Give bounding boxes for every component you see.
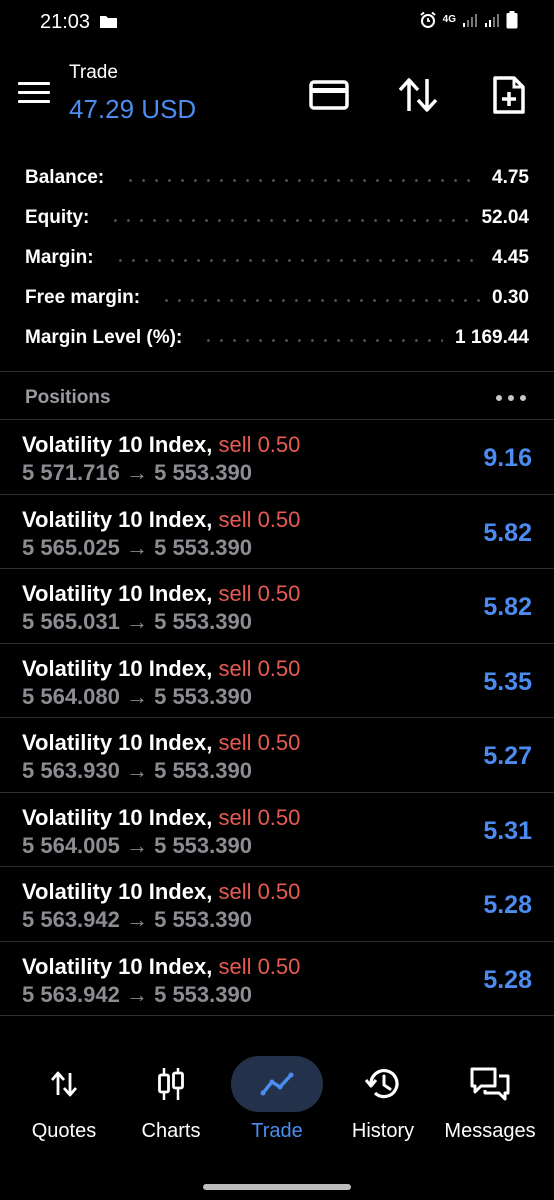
nav-charts[interactable]: Charts xyxy=(116,1056,226,1156)
balance-label: Balance: xyxy=(25,167,105,188)
status-time: 21:03 xyxy=(40,11,91,33)
margin-level-row: Margin Level (%): 1 169.44 xyxy=(25,318,529,358)
position-prices: 5 571.716 → 5 553.390 xyxy=(22,460,252,485)
position-symbol: Volatility 10 Index, xyxy=(22,804,213,830)
dot-leader xyxy=(202,338,444,342)
menu-icon[interactable] xyxy=(18,82,50,106)
nav-trade-label: Trade xyxy=(251,1120,303,1142)
position-side: sell 0.50 xyxy=(218,730,301,755)
position-side: sell 0.50 xyxy=(218,581,301,606)
balance-row: Balance: 4.75 xyxy=(25,158,529,198)
position-prices: 5 564.080 → 5 553.390 xyxy=(22,683,252,709)
position-row[interactable]: Volatility 10 Index, sell 0.50 5 565.031… xyxy=(0,569,554,644)
equity-row: Equity: 52.04 xyxy=(25,198,529,238)
nav-quotes-label: Quotes xyxy=(31,1120,97,1142)
position-row[interactable]: Volatility 10 Index, sell 0.50 5 563.942… xyxy=(0,867,554,942)
margin-label: Margin: xyxy=(25,247,94,268)
position-profit: 5.27 xyxy=(483,742,532,770)
quotes-arrows-icon xyxy=(18,1056,110,1112)
status-indicators: 4G xyxy=(419,11,518,29)
free-margin-label: Free margin: xyxy=(25,287,141,308)
nav-messages-label: Messages xyxy=(444,1120,536,1142)
divider xyxy=(0,371,554,372)
nav-history-label: History xyxy=(351,1120,415,1142)
position-row[interactable]: Volatility 10 Index, sell 0.50 5 563.942… xyxy=(0,942,554,1016)
chat-bubbles-icon xyxy=(444,1056,536,1112)
margin-row: Margin: 4.45 xyxy=(25,238,529,278)
position-profit: 5.28 xyxy=(483,891,532,919)
positions-header: Positions xyxy=(0,378,554,418)
card-icon[interactable] xyxy=(306,72,352,118)
position-side: sell 0.50 xyxy=(218,432,301,457)
trend-line-icon xyxy=(231,1056,323,1112)
position-side: sell 0.50 xyxy=(218,655,301,681)
sort-arrows-icon[interactable] xyxy=(395,72,441,118)
position-profit: 5.31 xyxy=(483,816,532,845)
nav-charts-label: Charts xyxy=(141,1120,201,1142)
position-symbol: Volatility 10 Index, xyxy=(22,581,213,606)
position-prices: 5 563.942 → 5 553.390 xyxy=(22,907,252,932)
app-bar: Trade 47.29 USD xyxy=(0,56,554,132)
position-side: sell 0.50 xyxy=(218,879,301,904)
position-row[interactable]: Volatility 10 Index, sell 0.50 5 564.080… xyxy=(0,644,554,718)
status-bar: 21:03 4G xyxy=(0,0,554,44)
position-row[interactable]: Volatility 10 Index, sell 0.50 5 563.930… xyxy=(0,718,554,793)
position-profit: 5.82 xyxy=(483,593,532,621)
candlestick-icon xyxy=(125,1056,217,1112)
position-row[interactable]: Volatility 10 Index, sell 0.50 5 565.025… xyxy=(0,495,554,569)
position-side: sell 0.50 xyxy=(218,506,301,532)
margin-value: 4.45 xyxy=(492,247,529,268)
account-equity-subtitle: 47.29 USD xyxy=(69,94,197,124)
battery-icon xyxy=(506,11,518,29)
nav-messages[interactable]: Messages xyxy=(435,1056,545,1156)
position-prices: 5 565.031 → 5 553.390 xyxy=(22,609,252,634)
position-symbol: Volatility 10 Index, xyxy=(22,730,213,755)
position-symbol: Volatility 10 Index, xyxy=(22,655,213,681)
dot-leader xyxy=(109,218,470,222)
history-clock-icon xyxy=(337,1056,429,1112)
margin-level-value: 1 169.44 xyxy=(455,327,529,348)
position-symbol: Volatility 10 Index, xyxy=(22,432,213,457)
new-order-icon[interactable] xyxy=(486,72,532,118)
free-margin-value: 0.30 xyxy=(492,287,529,308)
signal-icon-2 xyxy=(485,14,499,27)
folder-icon xyxy=(100,16,117,28)
position-symbol: Volatility 10 Index, xyxy=(22,879,213,904)
position-profit: 9.16 xyxy=(483,444,532,472)
page-title: Trade xyxy=(69,62,118,83)
position-profit: 5.28 xyxy=(483,965,532,994)
dot-leader xyxy=(160,298,481,302)
position-side: sell 0.50 xyxy=(218,804,301,830)
dot-leader xyxy=(113,258,481,262)
position-prices: 5 565.025 → 5 553.390 xyxy=(22,534,252,560)
equity-label: Equity: xyxy=(25,207,90,228)
dot-leader xyxy=(124,178,481,182)
bottom-navigation: Quotes Charts Trade History Messages xyxy=(0,1040,554,1160)
position-symbol: Volatility 10 Index, xyxy=(22,953,213,979)
nav-trade[interactable]: Trade xyxy=(222,1056,332,1156)
alarm-icon xyxy=(420,11,436,28)
nav-quotes[interactable]: Quotes xyxy=(9,1056,119,1156)
position-prices: 5 563.942 → 5 553.390 xyxy=(22,981,252,1007)
free-margin-row: Free margin: 0.30 xyxy=(25,278,529,318)
margin-level-label: Margin Level (%): xyxy=(25,327,183,348)
position-prices: 5 564.005 → 5 553.390 xyxy=(22,832,252,858)
equity-value: 52.04 xyxy=(481,207,529,228)
position-side: sell 0.50 xyxy=(218,953,301,979)
position-row[interactable]: Volatility 10 Index, sell 0.50 5 564.005… xyxy=(0,793,554,867)
more-dots-icon[interactable] xyxy=(496,388,526,408)
position-row[interactable]: Volatility 10 Index, sell 0.50 5 571.716… xyxy=(0,420,554,495)
network-type-label: 4G xyxy=(442,14,456,25)
balance-value: 4.75 xyxy=(492,167,529,188)
signal-icon xyxy=(463,14,477,27)
positions-title: Positions xyxy=(25,387,111,408)
position-symbol: Volatility 10 Index, xyxy=(22,506,213,532)
position-profit: 5.35 xyxy=(483,667,532,696)
position-profit: 5.82 xyxy=(483,518,532,547)
gesture-navigation-bar[interactable] xyxy=(203,1184,351,1190)
position-prices: 5 563.930 → 5 553.390 xyxy=(22,758,252,783)
nav-history[interactable]: History xyxy=(328,1056,438,1156)
